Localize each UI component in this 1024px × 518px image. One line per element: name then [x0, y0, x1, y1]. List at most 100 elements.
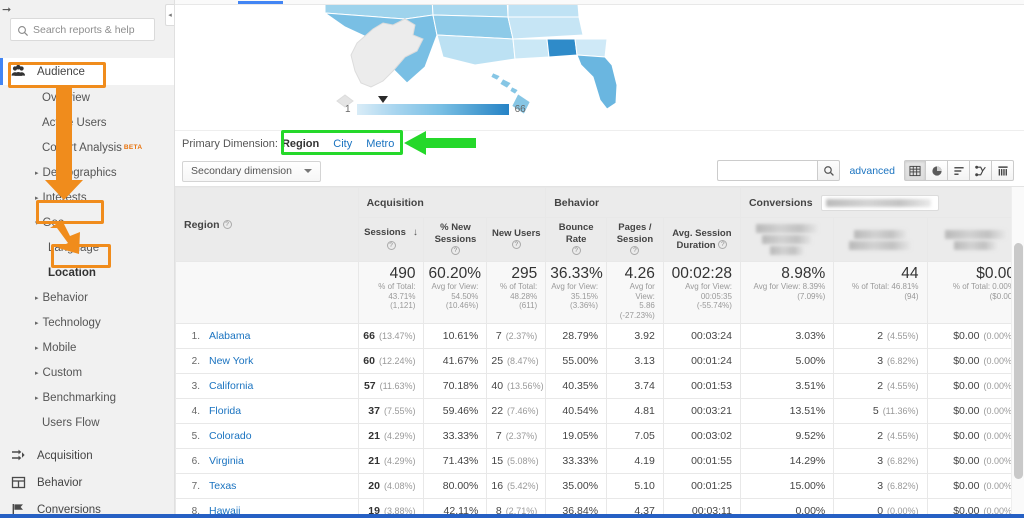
row-region-link[interactable]: Texas [209, 480, 236, 492]
sidebar-item-cohort-analysis[interactable]: Cohort Analysis BETA [0, 135, 174, 160]
table-search-button[interactable] [817, 160, 841, 181]
table-row[interactable]: 3. California 57 (11.63%) 70.18% 40 (13.56%) 40… [175, 373, 1024, 399]
summary-sub: 54.50% [451, 291, 479, 301]
sidebar-item-demographics[interactable]: ▸ Demographics [0, 160, 174, 185]
sidebar-item-location[interactable]: Location [0, 260, 174, 285]
row-region-link[interactable]: New York [209, 355, 253, 367]
column-header-goal-conversion-rate[interactable] [739, 217, 835, 262]
pin-sidebar-icon[interactable]: ➞ [2, 3, 11, 16]
column-header-new-users[interactable]: New Users? [486, 217, 547, 262]
sidebar-item-interests[interactable]: ▸ Interests [0, 185, 174, 210]
pivot-table-icon[interactable] [992, 160, 1014, 181]
help-icon[interactable]: ? [450, 246, 460, 256]
column-header-pages-per-session[interactable]: Pages / Session? [606, 217, 664, 262]
cell-value: 20 [368, 480, 380, 492]
row-region-cell: 3. California [175, 373, 359, 399]
sidebar-item-custom[interactable]: ▸ Custom [0, 360, 174, 385]
row-cell-new-sessions-pct: 41.67% [423, 348, 488, 374]
performance-icon[interactable] [970, 160, 992, 181]
row-cell-new-users: 7 (2.37%) [486, 423, 547, 449]
table-row[interactable]: 1. Alabama 66 (13.47%) 10.61% 7 (2.37%) 28.79% 3… [175, 323, 1024, 349]
sidebar-item-technology[interactable]: ▸ Technology [0, 310, 174, 335]
advanced-filter-link[interactable]: advanced [849, 165, 895, 177]
help-icon[interactable]: ? [222, 220, 232, 230]
help-icon[interactable]: ? [571, 246, 581, 256]
sidebar-sub-label: Benchmarking [42, 391, 117, 404]
column-header-goal-value[interactable] [926, 217, 1024, 262]
sidebar-item-users-flow[interactable]: Users Flow [0, 410, 174, 435]
row-cell-avg-session-duration: 00:03:21 [662, 398, 741, 424]
cell-value: 40.35% [562, 380, 599, 392]
summary-sub: Avg for View: [551, 282, 599, 291]
collapse-panel-toggle[interactable]: ◂ [165, 4, 174, 26]
summary-sub: % of Total: [499, 282, 538, 291]
row-region-link[interactable]: California [209, 380, 253, 392]
sidebar-item-audience[interactable]: Audience [0, 58, 174, 85]
cell-value: 70.18% [442, 380, 479, 392]
search-input[interactable] [33, 23, 153, 36]
sidebar-item-behavior[interactable]: Behavior [0, 469, 174, 496]
table-search-input[interactable] [717, 160, 818, 181]
row-cell-avg-session-duration: 00:01:24 [662, 348, 741, 374]
pie-chart-icon[interactable] [926, 160, 948, 181]
sidebar-item-language[interactable]: Language [0, 235, 174, 260]
cell-value: 5.00% [795, 355, 826, 367]
cell-value: $0.00 [953, 355, 980, 367]
column-header-bounce-rate[interactable]: Bounce Rate? [545, 217, 608, 262]
row-cell-sessions: 60 (12.24%) [357, 348, 425, 374]
row-index: 4. [191, 406, 200, 417]
column-header-new-sessions-pct[interactable]: % New Sessions? [423, 217, 488, 262]
table-row[interactable]: 6. Virginia 21 (4.29%) 71.43% 15 (5.08%) 33.33%… [175, 448, 1024, 474]
column-header-avg-session-duration[interactable]: Avg. Session Duration ? [662, 217, 741, 262]
sidebar-item-mobile[interactable]: ▸ Mobile [0, 335, 174, 360]
row-region-link[interactable]: Colorado [209, 430, 252, 442]
summary-new-sessions-pct: 60.20% Avg for View: 54.50% (10.46%) [423, 261, 488, 324]
row-cell-value: $0.00 (0.00%) [926, 323, 1024, 349]
help-icon[interactable]: ? [386, 240, 396, 250]
sidebar-item-active-users[interactable]: Active Users [0, 110, 174, 135]
dimension-link-metro[interactable]: Metro [366, 138, 394, 150]
column-header-sessions[interactable]: Sessions ↓? [357, 217, 425, 262]
scrollbar-thumb[interactable] [1014, 243, 1023, 479]
row-region-link[interactable]: Alabama [209, 330, 250, 342]
dimension-link-other[interactable]: Other ▾ [408, 138, 442, 150]
dimension-link-city[interactable]: City [333, 138, 352, 150]
sidebar-item-acquisition[interactable]: Acquisition [0, 442, 174, 469]
cell-percent: (5.08%) [507, 456, 539, 466]
help-icon[interactable]: ? [511, 240, 521, 250]
report-table-wrapper: Region ? Acquisition Behavior Conversion… [175, 186, 1024, 518]
search-icon [17, 24, 29, 36]
sidebar-item-benchmarking[interactable]: ▸ Benchmarking [0, 385, 174, 410]
help-icon[interactable]: ? [718, 240, 728, 250]
table-scrollbar[interactable] [1011, 187, 1024, 518]
search-reports-box[interactable] [10, 18, 155, 41]
column-label: % New Sessions [434, 221, 477, 245]
horizontal-bar-icon[interactable] [948, 160, 970, 181]
cell-value: 3.51% [795, 380, 826, 392]
summary-sub: 48.28% [510, 291, 538, 301]
geo-map[interactable]: 1 66 [175, 5, 1024, 130]
cell-value: 60 [363, 355, 375, 367]
cell-value: 3 [877, 455, 884, 467]
help-icon[interactable]: ? [630, 246, 640, 256]
sidebar-item-behavior-sub[interactable]: ▸ Behavior [0, 285, 174, 310]
dimension-header-cell[interactable]: Region ? [175, 187, 359, 262]
table-row[interactable]: 4. Florida 37 (7.55%) 59.46% 22 (7.46%) 40.54% 4… [175, 398, 1024, 424]
sidebar-item-overview[interactable]: Overview [0, 85, 174, 110]
secondary-dimension-button[interactable]: Secondary dimension [182, 160, 321, 182]
table-row[interactable]: 7. Texas 20 (4.08%) 80.00% 16 (5.42%) 35.00% 5.1… [175, 473, 1024, 499]
cell-percent: (4.55%) [887, 381, 919, 391]
sidebar-item-geo[interactable]: ▾ Geo [0, 210, 174, 235]
group-label: Conversions [748, 196, 813, 209]
row-region-link[interactable]: Virginia [209, 455, 244, 467]
cell-percent: (8.47%) [507, 356, 539, 366]
row-cell-sessions: 66 (13.47%) [357, 323, 425, 349]
cell-value: 33.33% [442, 430, 479, 442]
table-row[interactable]: 5. Colorado 21 (4.29%) 33.33% 7 (2.37%) 19.05% 7… [175, 423, 1024, 449]
row-region-link[interactable]: Florida [209, 405, 241, 417]
summary-sub: (7.09%) [797, 291, 826, 301]
table-grid-icon[interactable] [904, 160, 926, 181]
column-header-goal-completions[interactable] [833, 217, 928, 262]
table-row[interactable]: 2. New York 60 (12.24%) 41.67% 25 (8.47%) 55.00… [175, 348, 1024, 374]
conversions-goal-selector[interactable] [821, 194, 940, 211]
